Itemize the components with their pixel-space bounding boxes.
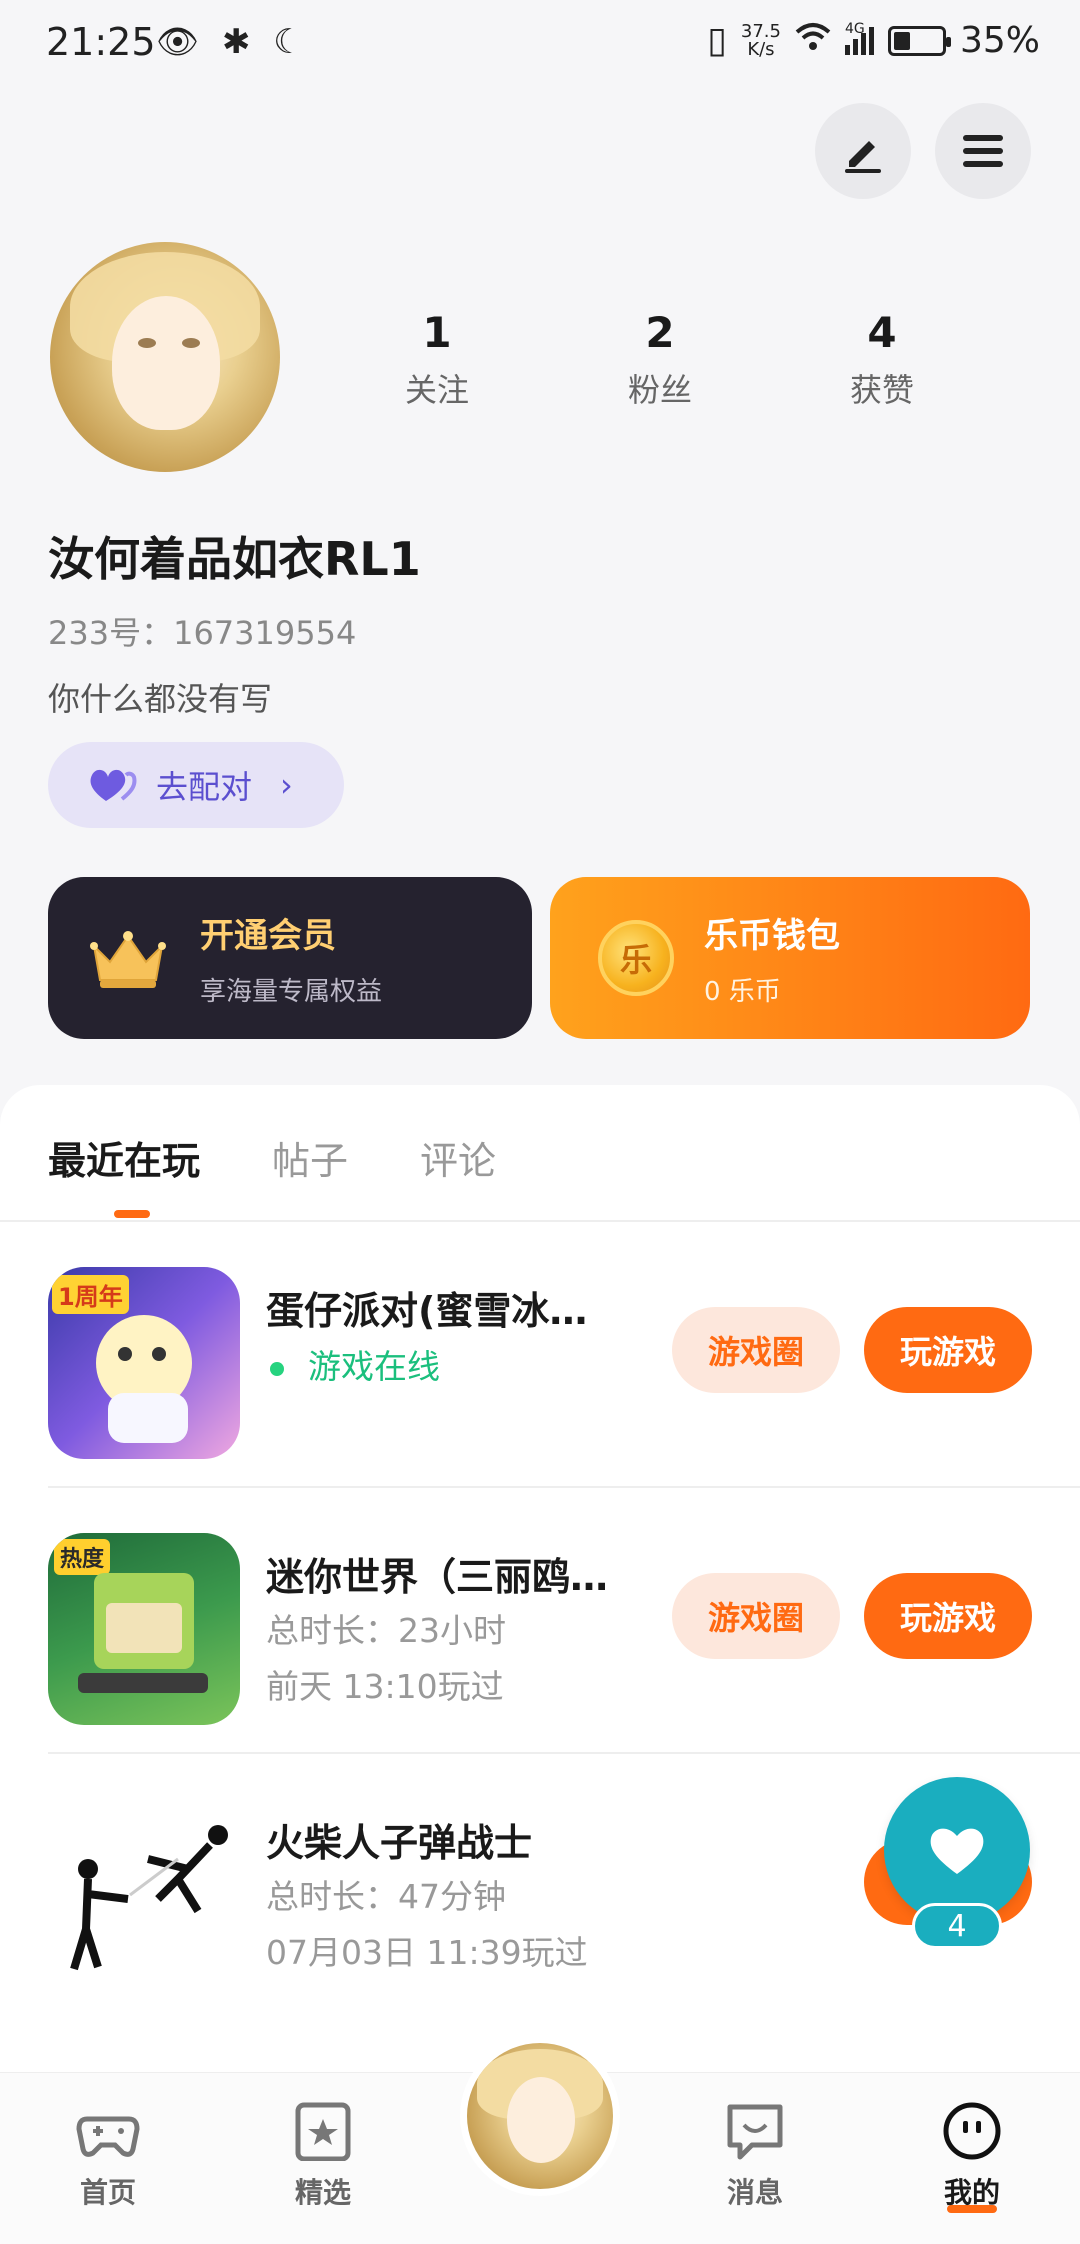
nav-mine[interactable]: 我的: [912, 2101, 1032, 2213]
edit-profile-button[interactable]: [815, 103, 911, 199]
game-icon-eggy-party: 1周年: [48, 1267, 240, 1459]
tab-comments[interactable]: 评论: [420, 1130, 496, 1185]
stat-likes[interactable]: 4 获赞: [802, 308, 962, 411]
game-last-played: 07月03日 11:39玩过: [266, 1933, 588, 1972]
like-button[interactable]: [884, 1777, 1030, 1923]
game-circle-button[interactable]: 游戏圈: [672, 1573, 840, 1659]
heart-icon: [930, 1828, 984, 1874]
wallet-balance: 0 乐币: [704, 977, 781, 1007]
game-name: 火柴人子弹战士: [266, 1821, 533, 1865]
tab-posts[interactable]: 帖子: [272, 1130, 348, 1185]
gamepad-icon: [76, 2116, 140, 2157]
wifi-icon: [795, 20, 831, 61]
stat-fans[interactable]: 2 粉丝: [580, 308, 740, 411]
play-game-button[interactable]: 玩游戏: [864, 1573, 1032, 1659]
status-right: ▯ 37.5 K/s 4G 35%: [707, 20, 1040, 61]
game-icon-stickman: [48, 1799, 240, 1991]
battery-icon: [887, 25, 951, 56]
net-speed: 37.5 K/s: [740, 20, 781, 60]
nav-avatar[interactable]: [460, 2036, 620, 2196]
star-card-icon: [295, 2102, 351, 2162]
status-time: 21:25: [46, 20, 156, 64]
game-online-status: 游戏在线: [266, 1340, 440, 1388]
tab-bar: 最近在玩 帖子 评论: [48, 1130, 496, 1185]
game-name: 迷你世界（三丽鸥…: [266, 1555, 609, 1599]
stat-following[interactable]: 1 关注: [357, 308, 517, 411]
game-duration: 总时长：23小时: [266, 1611, 506, 1650]
pencil-icon: [845, 141, 881, 173]
like-count-badge: 4: [912, 1903, 1002, 1949]
game-duration: 总时长：47分钟: [266, 1877, 506, 1916]
menu-button[interactable]: [935, 103, 1031, 199]
tab-recent[interactable]: 最近在玩: [48, 1130, 200, 1185]
nav-home[interactable]: 首页: [48, 2101, 168, 2211]
chat-bubble-icon: [727, 2104, 783, 2160]
vip-card[interactable]: 开通会员 享海量专属权益: [48, 877, 532, 1039]
active-tab-indicator: [114, 1210, 150, 1218]
user-id: 233号：167319554: [48, 614, 357, 652]
game-last-played: 前天 13:10玩过: [266, 1667, 504, 1706]
crown-icon: [88, 928, 168, 988]
game-name: 蛋仔派对(蜜雪冰…: [266, 1289, 588, 1333]
vibrate-icon: ▯: [707, 20, 727, 61]
menu-icon: [963, 135, 1003, 167]
nav-featured[interactable]: 精选: [263, 2101, 383, 2211]
avatar[interactable]: [50, 242, 280, 472]
username: 汝何着品如衣RL1: [48, 532, 421, 586]
list-item[interactable]: 1周年 蛋仔派对(蜜雪冰… 游戏在线 游戏圈 玩游戏: [48, 1222, 1080, 1488]
battery-percent: 35%: [959, 20, 1040, 61]
chevron-right-icon: ›: [280, 766, 293, 804]
game-circle-button[interactable]: 游戏圈: [672, 1307, 840, 1393]
match-button[interactable]: 去配对 ›: [48, 742, 344, 828]
wallet-card[interactable]: 乐 乐币钱包 0 乐币: [550, 877, 1030, 1039]
vip-subtitle: 享海量专属权益: [200, 977, 383, 1007]
cell-signal-icon: 4G: [844, 21, 874, 55]
coin-icon: 乐: [598, 920, 674, 996]
nav-messages[interactable]: 消息: [695, 2101, 815, 2211]
vip-title: 开通会员: [200, 916, 336, 956]
smiley-icon: [943, 2102, 1001, 2160]
online-dot-icon: [270, 1361, 284, 1376]
heart-pair-icon: [90, 769, 137, 801]
user-bio: 你什么都没有写: [48, 680, 273, 718]
avatar: [467, 2043, 613, 2189]
status-left-icons: 👁 ✱ ☾: [156, 22, 310, 62]
play-game-button[interactable]: 玩游戏: [864, 1307, 1032, 1393]
list-item[interactable]: 热度 迷你世界（三丽鸥… 总时长：23小时 前天 13:10玩过 游戏圈 玩游戏: [48, 1488, 1080, 1754]
game-icon-mini-world: 热度: [48, 1533, 240, 1725]
status-bar: 21:25 👁 ✱ ☾ ▯ 37.5 K/s 4G 35%: [0, 0, 1080, 90]
wallet-title: 乐币钱包: [704, 916, 840, 956]
